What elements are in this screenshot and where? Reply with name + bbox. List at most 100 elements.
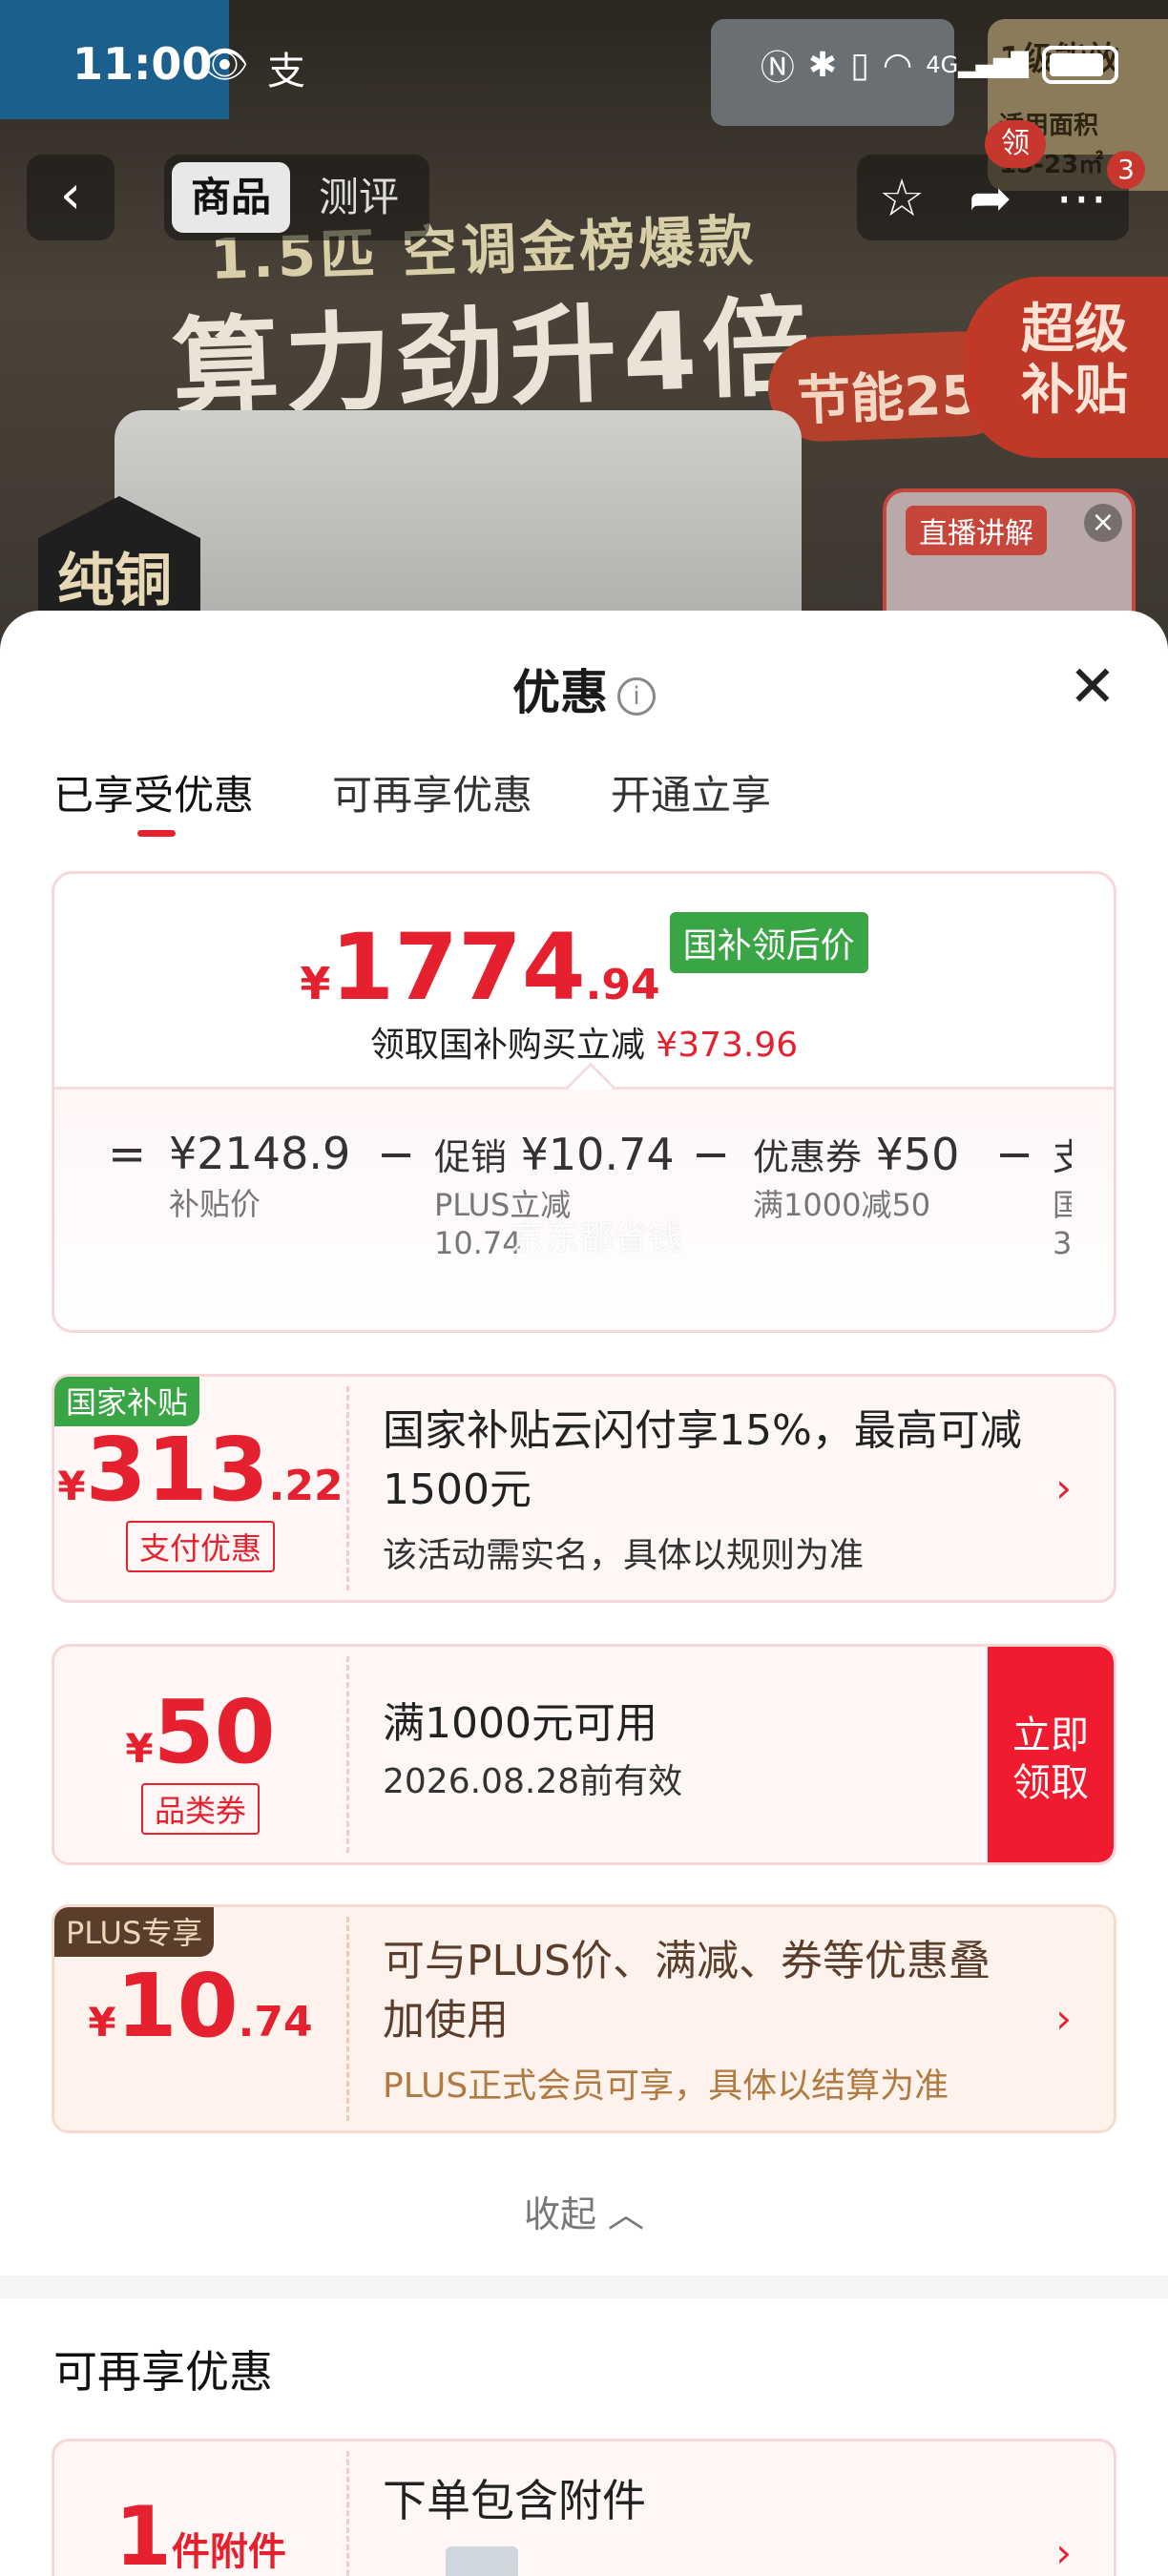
coupon-body: 满1000元可用 2026.08.28前有效 <box>383 1694 961 1803</box>
chevron-up-icon: ︿ <box>608 2193 645 2235</box>
coupon-body: 可与PLUS价、满减、券等优惠叠加使用 PLUS正式会员可享，具体以结算为准 <box>383 1932 1028 2108</box>
coupon-headline: 满1000元可用 <box>383 1699 657 1748</box>
discount-sheet: 优惠 i ✕ 已享受优惠 可再享优惠 开通立享 ¥1774.94国补领后价 领取国… <box>0 611 1168 2576</box>
coupon-divider <box>346 1386 349 1590</box>
breakdown-label: 促销 <box>434 1136 508 1178</box>
product-tabs: 商品 测评 <box>164 155 429 240</box>
coupon-amount-int: 313 <box>85 1419 269 1521</box>
breakdown-op: = <box>108 1128 147 1181</box>
national-subsidy-corner: 国家补贴 <box>54 1377 200 1426</box>
coupon-amount-int: 50 <box>153 1681 276 1783</box>
chevron-right-icon: › <box>1055 1465 1072 1511</box>
breakdown-value: ¥2148.9 <box>169 1128 351 1179</box>
breakdown-label: 优惠券 <box>753 1136 863 1178</box>
sheet-title: 优惠 i <box>0 654 1168 723</box>
sheet-title-text: 优惠 <box>512 665 608 720</box>
breakdown-item: 优惠券 ¥50 满1000减50 <box>753 1128 959 1224</box>
tab-review[interactable]: 测评 <box>300 162 418 233</box>
more-icon[interactable]: ⋯ <box>1055 168 1107 228</box>
final-price: ¥1774.94国补领后价 <box>54 912 1114 1021</box>
breakdown-op: − <box>692 1128 731 1181</box>
close-icon[interactable]: × <box>1084 504 1122 542</box>
accessory-title: 下单包含附件 <box>383 2475 646 2526</box>
coupon-desc: 该活动需实名，具体以规则为准 <box>383 1536 865 1575</box>
close-icon[interactable]: ✕ <box>1069 658 1116 716</box>
save-line: 领取国补购买立减 ¥373.96 <box>54 1017 1114 1067</box>
coupon-left: ¥50 品类券 <box>54 1647 346 1862</box>
breakdown-value: ¥10.74 <box>520 1129 675 1180</box>
tab-enjoyed-discounts[interactable]: 已享受优惠 <box>53 763 254 837</box>
wifi-icon: ◠ <box>882 45 913 85</box>
nfc-icon: Ⓝ <box>760 49 795 88</box>
breakdown-op: − <box>995 1128 1034 1181</box>
claim-now-button[interactable]: 立即领取 <box>988 1647 1114 1862</box>
network-label: 4G <box>926 52 959 78</box>
status-time: 11:00 <box>73 38 213 90</box>
watermark: 京东都省钱 <box>511 1218 683 1257</box>
coupon-headline: 国家补贴云闪付享15%，最高可减1500元 <box>383 1406 1022 1514</box>
info-icon[interactable]: i <box>617 676 656 716</box>
accessory-card[interactable]: 1件附件 下单包含附件 › <box>52 2439 1116 2576</box>
breakdown-sub: 满1000减50 <box>753 1187 931 1223</box>
live-label: 直播讲解 <box>906 506 1047 555</box>
claim-badge[interactable]: 领 <box>985 120 1046 168</box>
accessory-thumbnail <box>446 2546 518 2576</box>
collapse-button[interactable]: 收起 ︿ <box>0 2185 1168 2237</box>
coupon-currency: ¥ <box>57 1463 86 1509</box>
price-integer: 1774 <box>330 914 586 1021</box>
chevron-left-icon: ‹ <box>59 164 82 226</box>
accessory-count-number: 1 <box>115 2489 172 2576</box>
price-decimal: .94 <box>585 961 660 1009</box>
coupon-desc: PLUS正式会员可享，具体以结算为准 <box>383 2067 949 2106</box>
breakdown-item: ¥2148.9 补贴价 <box>169 1128 350 1223</box>
breakdown-sub: 补贴价 <box>169 1186 261 1222</box>
coupon-headline: 可与PLUS价、满减、券等优惠叠加使用 <box>383 1937 991 2045</box>
save-text: 领取国补购买立减 <box>369 1026 645 1065</box>
eye-icon: 👁 <box>200 43 249 87</box>
breakdown-op: − <box>377 1128 416 1181</box>
coupon-divider <box>346 2451 349 2576</box>
accessory-count-unit: 件附件 <box>171 2530 286 2574</box>
coupon-amount: ¥50 <box>54 1647 346 1783</box>
coupon-desc: 2026.08.28前有效 <box>383 1762 683 1801</box>
breakdown-label: 支 <box>1053 1136 1072 1178</box>
coupon-amount-dec: .74 <box>238 1998 313 2046</box>
plus-exclusive-card[interactable]: ¥10.74 PLUS专享 可与PLUS价、满减、券等优惠叠加使用 PLUS正式… <box>52 1904 1116 2133</box>
breakdown-sub: 国 3 <box>1053 1187 1072 1261</box>
tab-activate-discounts[interactable]: 开通立享 <box>611 763 771 821</box>
coupon-body: 国家补贴云闪付享15%，最高可减1500元 该活动需实名，具体以规则为准 <box>383 1402 1028 1577</box>
section-divider <box>0 2275 1168 2298</box>
share-icon[interactable]: ➦ <box>969 168 1012 228</box>
category-coupon-card: ¥50 品类券 满1000元可用 2026.08.28前有效 立即领取 <box>52 1644 1116 1865</box>
chevron-right-icon: › <box>1055 1995 1072 2042</box>
national-subsidy-card[interactable]: ¥313.22 支付优惠 国家补贴 国家补贴云闪付享15%，最高可减1500元 … <box>52 1374 1116 1603</box>
coupon-type-tag: 支付优惠 <box>125 1521 275 1572</box>
tab-product[interactable]: 商品 <box>172 162 291 233</box>
collapse-label: 收起 <box>523 2193 596 2235</box>
discount-tabs: 已享受优惠 可再享优惠 开通立享 <box>53 763 771 837</box>
coupon-divider <box>346 1917 349 2121</box>
coupon-type-tag: 品类券 <box>140 1783 260 1835</box>
alipay-icon: 支 <box>267 50 305 93</box>
coupon-amount-dec: .22 <box>268 1462 344 1510</box>
star-icon[interactable]: ☆ <box>879 168 925 228</box>
status-bar: 11:00 👁 支 Ⓝ ✱ ▯ ◠ 4G▂▄▆█ <box>0 0 1168 134</box>
accessory-count: 1件附件 <box>54 2441 346 2576</box>
price-breakdown[interactable]: = ¥2148.9 补贴价 − 促销 ¥10.74 PLUS立减 10.74 −… <box>54 1090 1114 1330</box>
tab-more-discounts[interactable]: 可再享优惠 <box>332 763 532 821</box>
super-subsidy-label: 超级补贴 <box>964 277 1168 458</box>
price-tag-badge: 国补领后价 <box>669 912 868 973</box>
chevron-right-icon: › <box>1055 2529 1072 2576</box>
price-summary-card: ¥1774.94国补领后价 领取国补购买立减 ¥373.96 = ¥2148.9… <box>52 871 1116 1333</box>
product-actions: ☆ ➦ ⋯ <box>857 155 1129 240</box>
coupon-amount-int: 10 <box>115 1955 239 2057</box>
4g-signal-icon: 4G▂▄▆█ <box>926 52 1029 78</box>
breakdown-item-partial: 支 国 3 <box>1053 1128 1072 1262</box>
more-discounts-title: 可再享优惠 <box>53 2346 273 2398</box>
plus-corner: PLUS专享 <box>54 1907 215 1957</box>
currency-symbol: ¥ <box>300 958 331 1009</box>
bluetooth-icon: ✱ <box>807 45 838 85</box>
coupon-divider <box>346 1656 349 1853</box>
back-button[interactable]: ‹ <box>27 155 115 240</box>
coupon-currency: ¥ <box>125 1725 154 1772</box>
